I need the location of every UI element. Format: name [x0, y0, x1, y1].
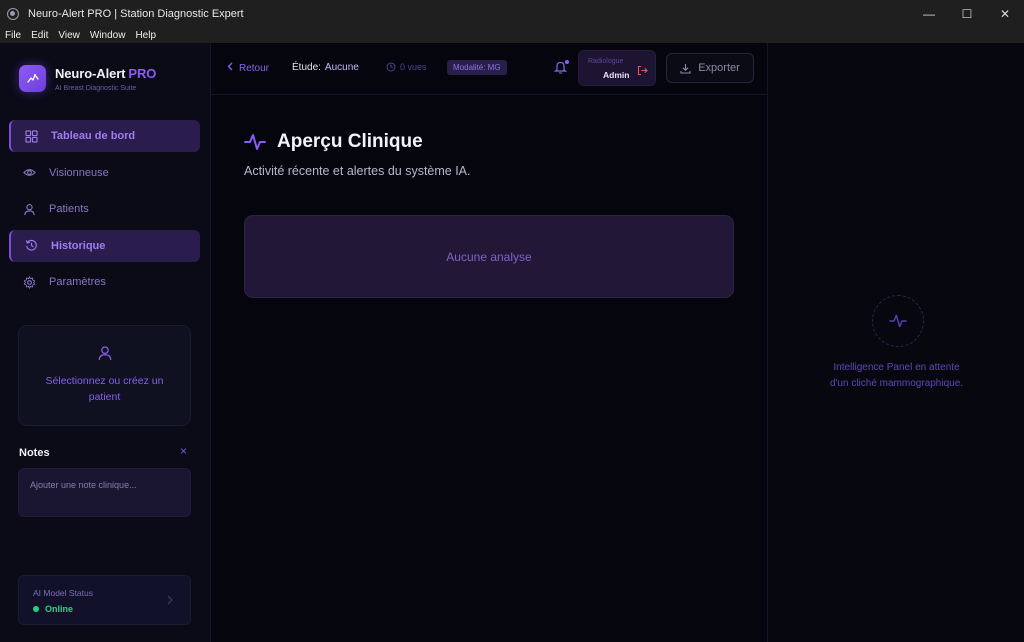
close-window-button[interactable]: ✕ — [986, 0, 1024, 27]
user-name: Admin — [603, 70, 630, 80]
empty-analysis-card: Aucune analyse — [244, 215, 734, 298]
sidebar-item-settings[interactable]: Paramètres — [9, 266, 200, 298]
minimize-button[interactable]: — — [910, 0, 948, 27]
sidebar-nav: Tableau de bord Visionneuse Patients His… — [9, 120, 200, 303]
sidebar-item-label: Paramètres — [49, 276, 106, 288]
notes-close-icon[interactable]: × — [180, 444, 187, 458]
sidebar-item-label: Historique — [51, 239, 106, 252]
menu-view[interactable]: View — [58, 30, 80, 41]
sidebar-item-dashboard[interactable]: Tableau de bord — [9, 120, 200, 152]
menu-edit[interactable]: Edit — [31, 30, 48, 41]
grid-icon — [25, 129, 38, 143]
study-info: Étude: Aucune — [292, 62, 359, 73]
page-title: Aperçu Clinique — [244, 131, 423, 153]
brand-subtitle: AI Breast Diagnostic Suite — [55, 84, 137, 92]
clock-icon — [386, 62, 396, 72]
menu-window[interactable]: Window — [90, 30, 126, 41]
gear-icon — [23, 275, 36, 289]
eye-icon — [23, 169, 36, 176]
menu-file[interactable]: File — [5, 30, 21, 41]
export-button[interactable]: Exporter — [666, 53, 754, 83]
activity-icon — [872, 295, 924, 347]
select-patient-text: Sélectionnez ou créez un patient — [45, 375, 164, 403]
sidebar-item-label: Patients — [49, 203, 89, 215]
window-titlebar: Neuro-Alert PRO | Station Diagnostic Exp… — [0, 0, 1024, 27]
sidebar-item-label: Tableau de bord — [51, 130, 136, 142]
logo-icon — [19, 65, 46, 92]
user-icon — [19, 345, 190, 366]
sidebar-item-history[interactable]: Historique — [9, 229, 200, 262]
history-icon — [25, 239, 37, 251]
notification-dot — [565, 60, 569, 64]
intelligence-panel-text: Intelligence Panel en attente d'un clich… — [829, 362, 964, 389]
download-icon — [680, 63, 691, 74]
activity-icon — [244, 134, 266, 150]
study-value: Aucune — [324, 62, 359, 73]
notes-input[interactable]: Ajouter une note clinique... — [18, 468, 191, 517]
sidebar-item-patients[interactable]: Patients — [9, 193, 200, 225]
topbar: Retour Étude: Aucune 0 vues Modalité: MG … — [211, 43, 767, 95]
menubar: File Edit View Window Help — [0, 27, 1024, 43]
ai-status-label: AI Model Status — [33, 588, 94, 598]
status-dot — [33, 606, 39, 612]
user-role: Radiologue — [588, 58, 624, 65]
sidebar-item-label: Visionneuse — [49, 166, 109, 179]
notes-title: Notes — [19, 447, 50, 459]
brand-pro-badge: PRO — [128, 65, 157, 81]
ai-status-value: Online — [33, 604, 73, 614]
user-profile[interactable]: Radiologue Admin — [578, 50, 656, 86]
back-button[interactable]: Retour — [227, 62, 269, 74]
app-icon — [7, 7, 19, 20]
ai-model-status[interactable]: AI Model Status Online — [18, 575, 191, 625]
sidebar: Neuro-Alert PRO AI Breast Diagnostic Suit… — [0, 43, 211, 642]
chevron-left-icon — [227, 62, 233, 74]
sidebar-item-viewer[interactable]: Visionneuse — [9, 157, 200, 189]
brand-name: Neuro-Alert PRO — [55, 65, 157, 81]
menu-help[interactable]: Help — [135, 30, 156, 41]
chevron-right-icon — [166, 592, 174, 610]
views-count: 0 vues — [386, 62, 427, 72]
user-icon — [24, 203, 35, 215]
main-content: Retour Étude: Aucune 0 vues Modalité: MG … — [211, 43, 767, 642]
intelligence-panel: Intelligence Panel en attente d'un clich… — [767, 43, 1024, 642]
logout-icon[interactable] — [637, 63, 648, 81]
window-controls: — ☐ ✕ — [910, 0, 1024, 27]
select-patient-card[interactable]: Sélectionnez ou créez un patient — [18, 325, 191, 426]
modality-badge: Modalité: MG — [447, 60, 507, 75]
window-title: Neuro-Alert PRO | Station Diagnostic Exp… — [28, 7, 244, 20]
brand: Neuro-Alert PRO AI Breast Diagnostic Suit… — [19, 65, 156, 92]
page-subtitle: Activité récente et alertes du système I… — [244, 164, 471, 178]
maximize-button[interactable]: ☐ — [948, 0, 986, 27]
